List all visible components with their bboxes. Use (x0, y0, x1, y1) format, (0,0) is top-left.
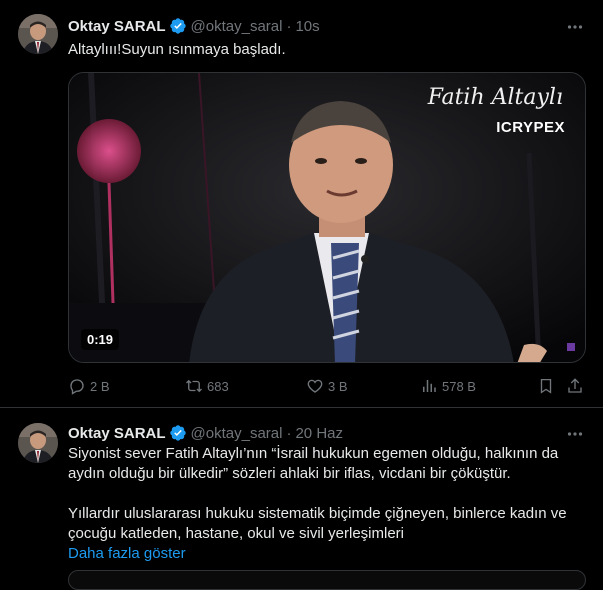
retweet-button[interactable]: 683 (185, 376, 229, 396)
video-duration: 0:19 (81, 329, 120, 350)
more-dots-icon (567, 25, 583, 29)
verified-badge-icon (169, 425, 186, 441)
action-bar: 2 B 683 3 B 578 B (68, 376, 586, 396)
author-handle[interactable]: @oktay_saral (191, 18, 283, 35)
tweet-text: Altaylııı!Suyun ısınmaya başladı. (68, 41, 286, 58)
retweet-count: 683 (207, 378, 229, 394)
verified-badge-icon (169, 18, 186, 34)
tweet-text-line: çocuğu katleden, hastane, okul ve sivil … (68, 525, 404, 542)
video-watermark-name: Fatih Altaylı (427, 85, 563, 110)
share-icon (568, 378, 582, 393)
more-options-button[interactable] (565, 17, 585, 37)
views-icon (423, 380, 436, 392)
tweet-header: Oktay SARAL @oktay_saral · 10s (68, 16, 320, 36)
tweet-header: Oktay SARAL @oktay_saral · 20 Haz (68, 423, 343, 443)
author-name[interactable]: Oktay SARAL (68, 425, 166, 442)
separator-dot: · (286, 424, 292, 442)
more-options-button[interactable] (565, 424, 585, 444)
tweet-text-line: aydın olduğu bir ülkedir” sözleri ahlaki… (68, 465, 511, 482)
tweet[interactable]: Oktay SARAL @oktay_saral · 10s Altaylııı… (0, 0, 603, 408)
reply-icon (70, 379, 84, 395)
video-frame (69, 73, 585, 362)
view-count: 578 B (442, 378, 476, 394)
reply-button[interactable]: 2 B (68, 376, 110, 396)
avatar[interactable] (18, 14, 58, 54)
like-count: 3 B (328, 378, 348, 394)
more-dots-icon (567, 432, 583, 436)
video-player[interactable]: Fatih Altaylı ICRYPEX 0:19 (68, 72, 586, 363)
share-button[interactable] (566, 376, 588, 396)
tweet-text-line: Yıllardır uluslararası hukuku sistematik… (68, 505, 567, 522)
video-watermark-brand: ICRYPEX (496, 119, 565, 136)
author-handle[interactable]: @oktay_saral (191, 425, 283, 442)
timestamp[interactable]: 20 Haz (295, 425, 343, 442)
media-card-preview[interactable] (68, 570, 586, 590)
separator-dot: · (286, 17, 292, 35)
bookmark-icon (540, 378, 552, 394)
reply-count: 2 B (90, 378, 110, 394)
like-button[interactable]: 3 B (306, 376, 348, 396)
timestamp[interactable]: 10s (295, 18, 319, 35)
heart-icon (307, 379, 323, 393)
author-name[interactable]: Oktay SARAL (68, 18, 166, 35)
avatar[interactable] (18, 423, 58, 463)
views-button[interactable]: 578 B (420, 376, 476, 396)
retweet-icon (186, 379, 202, 393)
bookmark-button[interactable] (537, 376, 559, 396)
tweet-text-line: Siyonist sever Fatih Altaylı’nın “İsrail… (68, 445, 559, 462)
show-more-link[interactable]: Daha fazla göster (68, 544, 585, 564)
